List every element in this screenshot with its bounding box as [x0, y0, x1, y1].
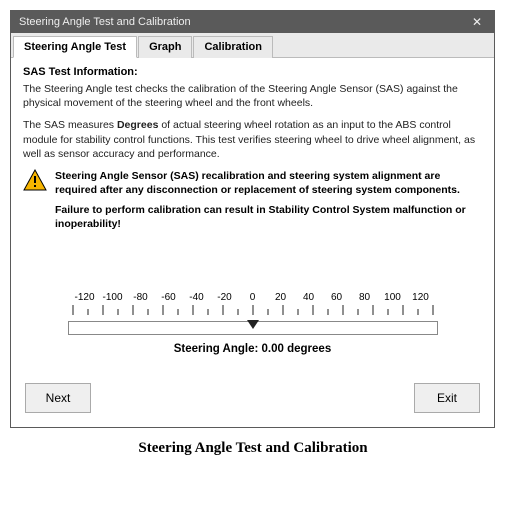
- titlebar: Steering Angle Test and Calibration ✕: [11, 11, 494, 33]
- info-paragraph-1: The Steering Angle test checks the calib…: [23, 82, 482, 110]
- tick-label: 0: [241, 292, 265, 303]
- warning-text-2: Failure to perform calibration can resul…: [23, 203, 482, 231]
- slider-thumb-icon: [247, 320, 259, 329]
- warning-text-1: Steering Angle Sensor (SAS) recalibratio…: [55, 169, 482, 197]
- window-title: Steering Angle Test and Calibration: [19, 16, 191, 28]
- tick-label: 120: [409, 292, 433, 303]
- tab-row: Steering Angle Test Graph Calibration: [11, 33, 494, 58]
- tick-label: 80: [353, 292, 377, 303]
- tab-graph[interactable]: Graph: [138, 36, 192, 58]
- p2-pre: The SAS measures: [23, 119, 117, 131]
- warning-icon: [23, 169, 47, 191]
- tab-calibration[interactable]: Calibration: [193, 36, 272, 58]
- content-panel: SAS Test Information: The Steering Angle…: [11, 58, 494, 427]
- close-icon[interactable]: ✕: [468, 15, 486, 29]
- section-heading: SAS Test Information:: [23, 66, 482, 78]
- angle-slider[interactable]: [68, 321, 438, 335]
- tick-label: 60: [325, 292, 349, 303]
- tab-steering-angle-test[interactable]: Steering Angle Test: [13, 36, 137, 58]
- tick-label: -100: [101, 292, 125, 303]
- tick-label: 40: [297, 292, 321, 303]
- readout-prefix: Steering Angle:: [174, 343, 262, 355]
- figure-caption: Steering Angle Test and Calibration: [10, 440, 496, 457]
- info-paragraph-2: The SAS measures Degrees of actual steer…: [23, 118, 482, 161]
- dialog-window: Steering Angle Test and Calibration ✕ St…: [10, 10, 495, 428]
- tick-label: 100: [381, 292, 405, 303]
- tick-label: -20: [213, 292, 237, 303]
- tick-marks: [69, 305, 437, 319]
- tick-labels: -120 -100 -80 -60 -40 -20 0 20 40 60 80 …: [73, 292, 433, 303]
- tick-label: -60: [157, 292, 181, 303]
- exit-button[interactable]: Exit: [414, 383, 480, 413]
- next-button[interactable]: Next: [25, 383, 91, 413]
- scale-area: -120 -100 -80 -60 -40 -20 0 20 40 60 80 …: [23, 292, 482, 355]
- tick-label: -40: [185, 292, 209, 303]
- tick-label: 20: [269, 292, 293, 303]
- button-row: Next Exit: [23, 383, 482, 415]
- tick-label: -80: [129, 292, 153, 303]
- tick-label: -120: [73, 292, 97, 303]
- readout-value: 0.00: [262, 343, 284, 355]
- warning-row: Steering Angle Sensor (SAS) recalibratio…: [23, 169, 482, 197]
- readout-suffix: degrees: [284, 343, 331, 355]
- p2-bold: Degrees: [117, 119, 158, 131]
- angle-readout: Steering Angle: 0.00 degrees: [23, 343, 482, 355]
